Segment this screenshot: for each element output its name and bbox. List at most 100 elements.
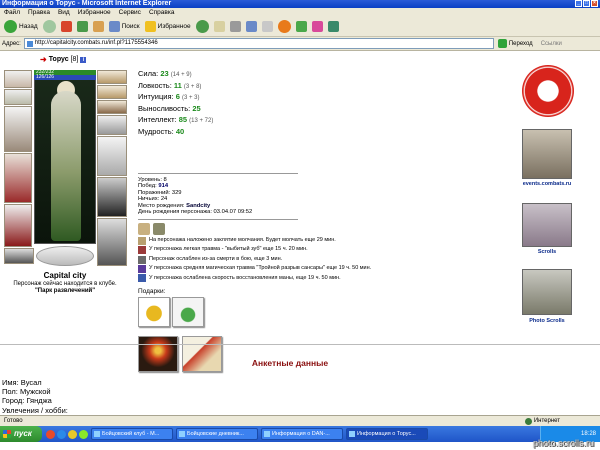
effect-spell-icon[interactable] (153, 223, 165, 235)
close-button[interactable]: × (591, 0, 598, 7)
legs-slot[interactable] (97, 177, 127, 217)
go-button[interactable]: Переход (497, 39, 533, 48)
info-birthday: День рождения персонажа: 03.04.07 09:52 (138, 209, 253, 216)
effect-row: Персонаж ослаблен из-за смерти в бою, ещ… (138, 255, 371, 264)
amulet-slot[interactable] (97, 85, 127, 99)
print-icon[interactable] (229, 21, 241, 32)
magic-trauma-icon (138, 264, 146, 273)
quick-launch-icon[interactable] (79, 429, 88, 439)
stat-endurance: Выносливость: 25 (138, 103, 201, 113)
boots-left-slot[interactable] (4, 248, 34, 264)
search-button[interactable]: Поиск (108, 21, 140, 32)
stat-wisdom: Мудрость: 40 (138, 126, 185, 136)
toolbar: Назад Поиск Избранное (0, 17, 600, 37)
watermark: photo.scrolls.ru (532, 438, 594, 448)
forward-button[interactable] (42, 20, 56, 33)
stat-agility: Ловкость: 11 (3 + 8) (138, 80, 202, 90)
events-link[interactable]: events.combats.ru (512, 181, 582, 187)
status-bar: Готово Интернет (0, 415, 600, 426)
menu-view[interactable]: Вид (58, 8, 70, 17)
boots-right-slot[interactable] (97, 218, 127, 266)
info-icon[interactable]: i (80, 56, 87, 63)
menu-edit[interactable]: Правка (28, 8, 50, 17)
mail-icon[interactable] (213, 21, 225, 32)
profile-sex: Пол: Мужской (2, 387, 51, 397)
scrolls-link[interactable]: Scrolls (512, 249, 582, 255)
menu-tools[interactable]: Сервис (119, 8, 141, 17)
shield-slot[interactable] (97, 136, 127, 176)
favorites-button[interactable]: Избранное (144, 21, 191, 32)
maximize-button[interactable]: □ (583, 0, 590, 7)
stat-intuition: Интуиция: 6 (3 + 3) (138, 92, 200, 101)
taskbar-item-active[interactable]: Информация о Торус... (346, 428, 428, 440)
quick-launch-icon[interactable] (46, 429, 55, 439)
window-title-bar: Информация о Торус - Microsoft Internet … (0, 0, 600, 8)
weapon-main-slot[interactable] (4, 106, 32, 152)
toolbar-extra-icon[interactable] (295, 21, 307, 32)
quick-launch-icon[interactable] (57, 429, 66, 439)
taskbar-item[interactable]: Информация о DAN-... (261, 428, 343, 440)
quick-launch-icon[interactable] (68, 429, 77, 439)
helmet-slot[interactable] (4, 70, 32, 88)
earrings-slot[interactable] (97, 70, 127, 84)
events-poster-icon[interactable] (522, 129, 572, 179)
photo-scrolls-link[interactable]: Photo Scrolls (512, 318, 582, 324)
address-input[interactable]: http://capitalcity.combats.ru/inf.pl?117… (23, 38, 494, 49)
stats-block: Сила: 23 (14 + 9) Ловкость: 11 (3 + 8) И… (138, 69, 213, 138)
address-label: Адрес: (2, 40, 21, 47)
messenger-icon[interactable] (277, 20, 291, 33)
home-icon[interactable] (92, 21, 104, 32)
profile-block: Имя: Вусал Пол: Мужской Город: Гянджа Ув… (2, 378, 68, 415)
rings-slot[interactable] (97, 100, 127, 114)
character-avatar[interactable] (34, 70, 96, 244)
taskbar-item[interactable]: Бойцовские дневник... (176, 428, 258, 440)
stop-icon[interactable] (60, 21, 72, 32)
gloves-slot[interactable] (97, 115, 127, 135)
taskbar-item[interactable]: Бойцовский клуб - M... (91, 428, 173, 440)
toolbar-extra-icon-3[interactable] (327, 21, 339, 32)
city-emblem (36, 246, 94, 266)
photo-scrolls-icon[interactable] (522, 269, 572, 315)
mana-icon (138, 274, 146, 283)
club-name: "Парк развлечений" (34, 288, 96, 294)
divider (0, 344, 600, 345)
effect-row: На персонажа наложено заклятие молчания.… (138, 236, 371, 245)
toolbar-extra-icon-2[interactable] (311, 21, 323, 32)
gift-bottle[interactable] (172, 297, 204, 327)
arrow-icon: ➜ (40, 55, 47, 64)
effect-silence-icon[interactable] (138, 223, 150, 235)
divider (138, 219, 298, 220)
profile-name: Имя: Вусал (2, 378, 42, 387)
weakness-icon (138, 255, 146, 264)
edit-icon[interactable] (245, 21, 257, 32)
security-zone: Интернет (524, 416, 560, 426)
star-icon (144, 21, 156, 32)
menu-help[interactable]: Справка (149, 8, 175, 17)
status-text: Готово (4, 418, 23, 424)
mp-bar: 126/126 (34, 75, 96, 80)
weapon-slot[interactable] (4, 89, 32, 105)
menu-file[interactable]: Файл (4, 8, 20, 17)
refresh-icon[interactable] (76, 21, 88, 32)
events-logo[interactable] (522, 65, 574, 117)
trauma-icon (138, 246, 146, 255)
location-note: Персонаж сейчас находится в клубе. (13, 281, 117, 287)
page-content: ➜ Торус [8] i 232/232 126/126 Capital ci… (0, 51, 600, 415)
history-icon[interactable] (195, 20, 209, 33)
back-arrow-icon (4, 20, 17, 33)
scrolls-icon[interactable] (522, 203, 572, 247)
menu-favorites[interactable]: Избранное (78, 8, 111, 17)
gifts-label: Подарки: (138, 288, 166, 295)
minimize-button[interactable]: _ (575, 0, 582, 7)
discuss-icon[interactable] (261, 21, 273, 32)
armor-slot[interactable] (4, 153, 32, 203)
gift-medal[interactable] (138, 297, 170, 327)
city-name: Capital city (43, 271, 87, 280)
back-button[interactable]: Назад (4, 20, 38, 33)
belt-slot[interactable] (4, 204, 32, 247)
links-button[interactable]: Ссылки (541, 41, 562, 47)
quick-launch (46, 429, 88, 439)
start-button[interactable]: пуск (0, 426, 42, 442)
menu-bar: Файл Правка Вид Избранное Сервис Справка (0, 8, 600, 17)
anket-title: Анкетные данные (251, 358, 329, 368)
